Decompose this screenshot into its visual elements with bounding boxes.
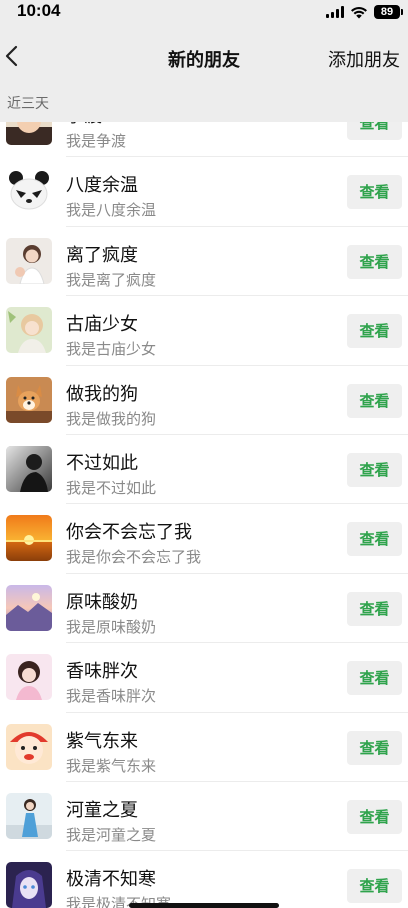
home-indicator[interactable] [129, 903, 279, 908]
friend-name: 你会不会忘了我 [66, 522, 192, 544]
friend-row[interactable]: 香味胖次 我是香味胖次 查看 [0, 643, 408, 713]
cartoon-avatar-icon [6, 723, 52, 770]
status-bar: 10:04 89 [0, 0, 408, 24]
friend-row[interactable]: 争渡 我是争渡 查看 [0, 122, 408, 158]
friend-row[interactable]: 古庙少女 我是古庙少女 查看 [0, 296, 408, 366]
view-button[interactable]: 查看 [347, 799, 402, 834]
friend-row[interactable]: 做我的狗 我是做我的狗 查看 [0, 365, 408, 436]
friend-name: 古庙少女 [66, 314, 138, 336]
nav-bar: 新的朋友 添加朋友 [0, 24, 408, 88]
view-button[interactable]: 查看 [347, 244, 402, 279]
friend-request-message: 我是争渡 [66, 132, 127, 150]
dog-avatar-icon [6, 376, 52, 423]
friend-row[interactable]: 不过如此 我是不过如此 查看 [0, 434, 408, 505]
friend-name: 八度余温 [66, 175, 138, 197]
sunset-avatar-icon [6, 515, 52, 562]
view-button[interactable]: 查看 [347, 661, 402, 696]
friend-request-message: 我是原味酸奶 [66, 617, 157, 636]
friend-row[interactable]: 极清不知寒 我是极清不知寒 查看 [0, 851, 408, 908]
landscape-avatar-icon [6, 584, 52, 631]
friend-request-message: 我是八度余温 [66, 201, 157, 220]
view-button[interactable]: 查看 [347, 383, 402, 418]
view-button[interactable]: 查看 [347, 522, 402, 557]
friend-request-message: 我是离了疯度 [66, 270, 157, 289]
friend-request-message: 我是香味胖次 [66, 687, 157, 706]
friend-request-message: 我是不过如此 [66, 478, 157, 497]
friend-name: 香味胖次 [66, 661, 138, 683]
friend-name: 河童之夏 [66, 799, 138, 821]
cellular-signal-icon [326, 6, 344, 18]
blonde-girl-avatar-icon [6, 307, 52, 354]
friend-request-message: 我是古庙少女 [66, 340, 157, 359]
friend-row[interactable]: 紫气东来 我是紫气东来 查看 [0, 712, 408, 783]
anime-avatar-icon [6, 862, 52, 908]
view-button[interactable]: 查看 [347, 869, 402, 904]
friend-name: 离了疯度 [66, 244, 138, 266]
section-header-recent: 近三天 [0, 88, 408, 122]
view-button[interactable]: 查看 [347, 730, 402, 765]
friend-row[interactable]: 离了疯度 我是离了疯度 查看 [0, 226, 408, 297]
friend-request-message: 我是河童之夏 [66, 825, 157, 844]
friend-request-message: 我是做我的狗 [66, 409, 157, 428]
view-button[interactable]: 查看 [347, 591, 402, 626]
baby-avatar-icon [6, 122, 52, 145]
view-button[interactable]: 查看 [347, 314, 402, 349]
friend-name: 原味酸奶 [66, 591, 138, 613]
status-time: 10:04 [17, 1, 61, 20]
friend-request-message: 我是你会不会忘了我 [66, 548, 202, 567]
friend-name: 争渡 [66, 122, 102, 128]
view-button[interactable]: 查看 [347, 175, 402, 210]
new-friends-list[interactable]: 争渡 我是争渡 查看 八度余温 我是八度余温 查看 离了疯度 我是离了疯度 查看… [0, 122, 408, 908]
view-button[interactable]: 查看 [347, 452, 402, 487]
friend-row[interactable]: 你会不会忘了我 我是你会不会忘了我 查看 [0, 504, 408, 575]
back-chevron-icon[interactable] [2, 44, 24, 68]
battery-icon: 89 [374, 5, 403, 19]
friend-row[interactable]: 河童之夏 我是河童之夏 查看 [0, 781, 408, 852]
pink-girl-avatar-icon [6, 654, 52, 701]
dark-man-avatar-icon [6, 445, 52, 492]
friend-request-message: 我是紫气东来 [66, 756, 157, 775]
status-icons: 89 [326, 3, 403, 21]
friend-name: 极清不知寒 [66, 869, 156, 891]
friend-name: 做我的狗 [66, 383, 138, 405]
add-friend-button[interactable]: 添加朋友 [328, 46, 400, 72]
friend-name: 紫气东来 [66, 730, 138, 752]
friend-name: 不过如此 [66, 452, 138, 474]
friend-row[interactable]: 八度余温 我是八度余温 查看 [0, 157, 408, 228]
girl-avatar-icon [6, 237, 52, 284]
blue-dress-avatar-icon [6, 792, 52, 839]
panda-avatar-icon [6, 168, 52, 215]
wifi-icon [351, 6, 367, 18]
friend-row[interactable]: 原味酸奶 我是原味酸奶 查看 [0, 573, 408, 644]
view-button[interactable]: 查看 [347, 122, 402, 140]
